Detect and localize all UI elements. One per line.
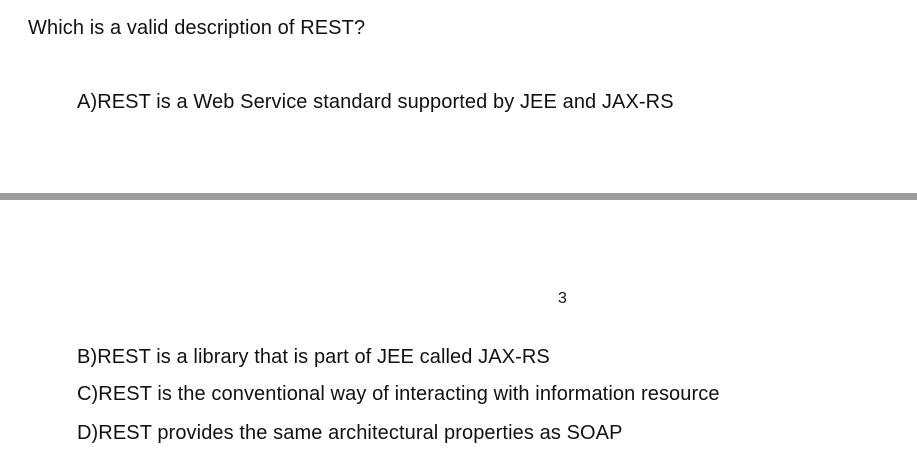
- page-number: 3: [558, 290, 567, 307]
- page-divider: [0, 193, 917, 200]
- option-d: D)REST provides the same architectural p…: [77, 422, 623, 444]
- option-b: B)REST is a library that is part of JEE …: [77, 346, 550, 368]
- question-text: Which is a valid description of REST?: [28, 17, 366, 39]
- option-c: C)REST is the conventional way of intera…: [77, 383, 720, 405]
- option-a: A)REST is a Web Service standard support…: [77, 91, 674, 113]
